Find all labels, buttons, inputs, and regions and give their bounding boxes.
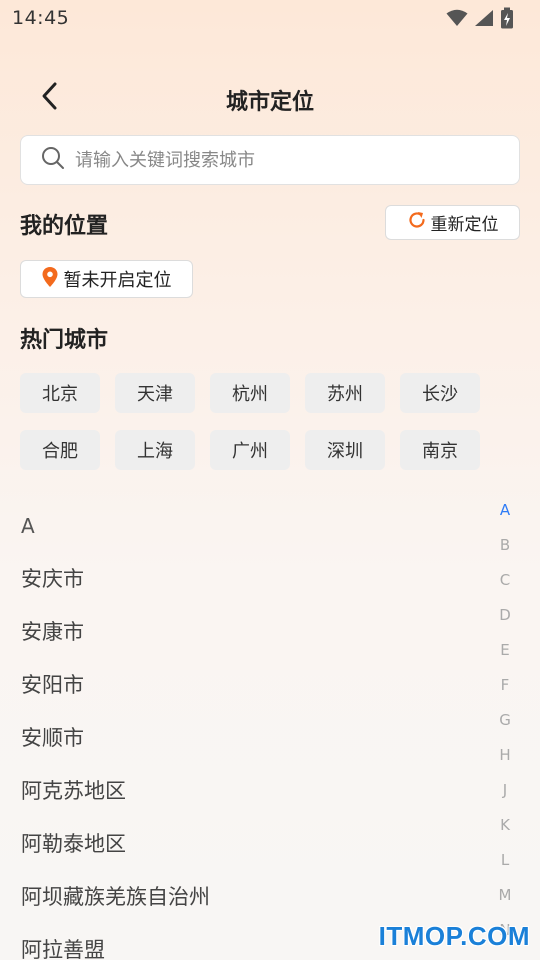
list-item[interactable]: 安庆市: [21, 551, 471, 604]
alphabet-index: A B C D E F G H J K L M N: [490, 492, 520, 947]
index-letter-a[interactable]: A: [490, 492, 520, 527]
watermark: ITMOP.COM: [378, 921, 530, 951]
refresh-icon: [407, 210, 427, 235]
battery-charging-icon: [500, 7, 514, 29]
hot-city-chip[interactable]: 北京: [20, 373, 100, 413]
my-location-title: 我的位置: [20, 214, 109, 239]
relocate-button[interactable]: 重新定位: [385, 205, 520, 240]
location-status-chip: 暂未开启定位: [20, 260, 193, 298]
hot-city-chip[interactable]: 南京: [400, 430, 480, 470]
search-input[interactable]: [75, 136, 519, 184]
list-item[interactable]: 阿克苏地区: [21, 763, 471, 816]
index-letter-b[interactable]: B: [490, 527, 520, 562]
index-letter-f[interactable]: F: [490, 667, 520, 702]
hot-city-chip[interactable]: 合肥: [20, 430, 100, 470]
location-pin-icon: [42, 266, 58, 292]
city-list: A 安庆市 安康市 安阳市 安顺市 阿克苏地区 阿勒泰地区 阿坝藏族羌族自治州 …: [21, 500, 471, 960]
hot-cities-grid: 北京 天津 杭州 苏州 长沙 合肥 上海 广州 深圳 南京: [20, 373, 490, 470]
hot-city-chip[interactable]: 杭州: [210, 373, 290, 413]
list-item[interactable]: 阿勒泰地区: [21, 816, 471, 869]
letter-header: A: [21, 513, 35, 538]
index-letter-j[interactable]: J: [490, 772, 520, 807]
index-letter-g[interactable]: G: [490, 702, 520, 737]
location-status-label: 暂未开启定位: [63, 270, 172, 291]
list-item[interactable]: 安顺市: [21, 710, 471, 763]
header: 城市定位: [0, 72, 540, 124]
status-icons: [446, 7, 514, 29]
relocate-label: 重新定位: [430, 215, 499, 235]
signal-icon: [474, 9, 494, 27]
index-letter-k[interactable]: K: [490, 807, 520, 842]
index-letter-d[interactable]: D: [490, 597, 520, 632]
list-item[interactable]: 阿坝藏族羌族自治州: [21, 869, 471, 922]
index-letter-h[interactable]: H: [490, 737, 520, 772]
index-letter-c[interactable]: C: [490, 562, 520, 597]
wifi-icon: [446, 9, 468, 27]
page-title: 城市定位: [225, 90, 314, 115]
index-letter-m[interactable]: M: [490, 877, 520, 912]
list-item[interactable]: 安阳市: [21, 657, 471, 710]
hot-city-chip[interactable]: 广州: [210, 430, 290, 470]
hot-city-chip[interactable]: 上海: [115, 430, 195, 470]
search-box[interactable]: [20, 135, 520, 185]
hot-city-chip[interactable]: 长沙: [400, 373, 480, 413]
hot-city-chip[interactable]: 深圳: [305, 430, 385, 470]
status-time: 14:45: [12, 7, 70, 29]
hot-cities-title: 热门城市: [20, 328, 109, 353]
status-bar: 14:45: [0, 0, 540, 36]
index-letter-e[interactable]: E: [490, 632, 520, 667]
hot-city-chip[interactable]: 天津: [115, 373, 195, 413]
search-icon: [41, 146, 65, 174]
list-item[interactable]: 安康市: [21, 604, 471, 657]
index-letter-l[interactable]: L: [490, 842, 520, 877]
hot-city-chip[interactable]: 苏州: [305, 373, 385, 413]
